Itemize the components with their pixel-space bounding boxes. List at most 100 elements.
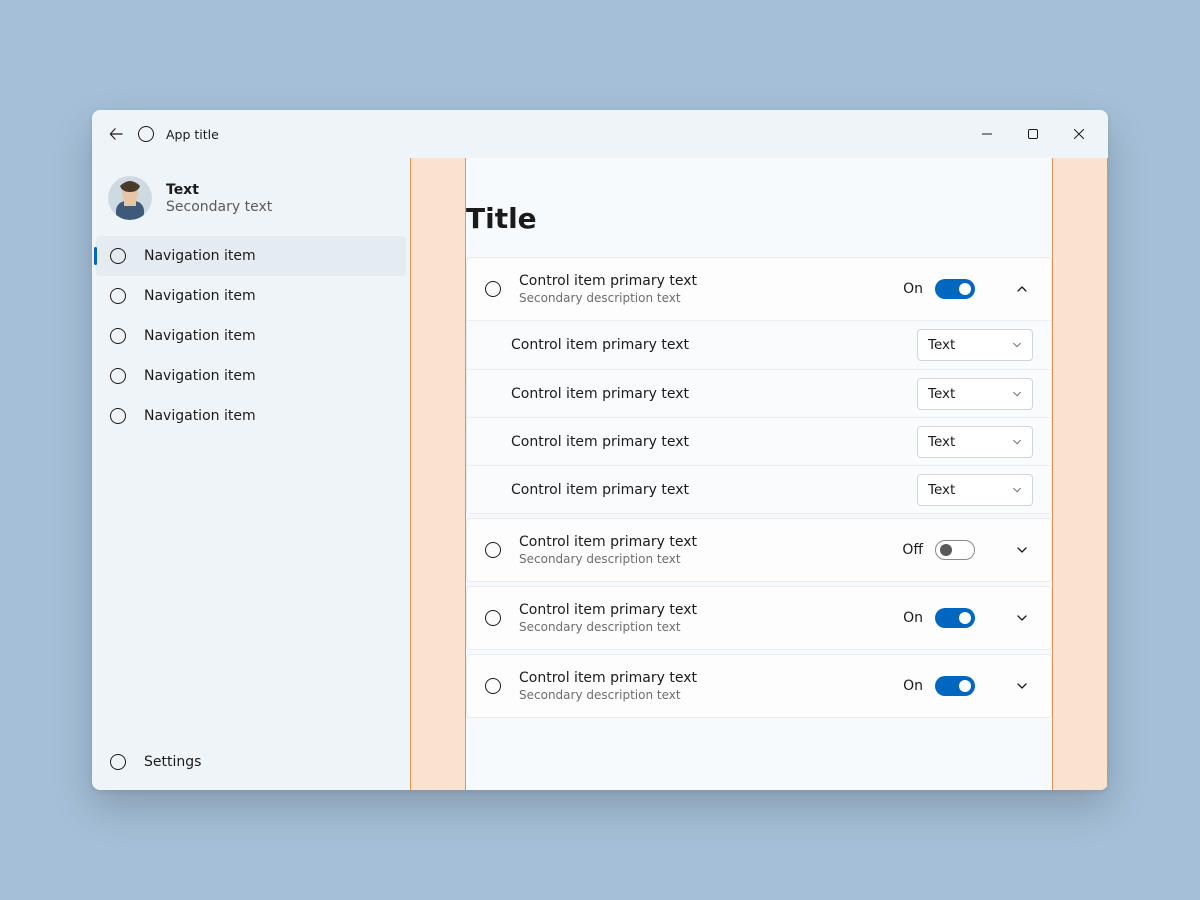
sidebar-spacer xyxy=(92,436,410,742)
settings-icon xyxy=(110,754,126,770)
group-titles: Control item primary text Secondary desc… xyxy=(519,670,885,702)
toggle-switch[interactable] xyxy=(935,608,975,628)
group-icon xyxy=(485,610,501,626)
window-controls xyxy=(964,118,1102,150)
settings-group-header[interactable]: Control item primary text Secondary desc… xyxy=(467,258,1051,320)
settings-group-list: Control item primary text Secondary desc… xyxy=(466,257,1052,722)
settings-row: Control item primary text Text xyxy=(467,465,1051,513)
nav-item-label: Navigation item xyxy=(144,248,256,264)
chevron-down-icon xyxy=(1012,485,1022,495)
nav-item-icon xyxy=(110,248,126,264)
sidebar: Text Secondary text Navigation item Navi… xyxy=(92,158,410,790)
app-icon xyxy=(138,126,154,142)
group-children: Control item primary text Text Control i… xyxy=(467,320,1051,513)
nav-item-icon xyxy=(110,328,126,344)
profile-primary: Text xyxy=(166,182,272,198)
app-window: App title xyxy=(92,110,1108,790)
chevron-down-icon xyxy=(1016,612,1028,624)
combo-value: Text xyxy=(928,337,955,353)
expand-button[interactable] xyxy=(1011,539,1033,561)
group-titles: Control item primary text Secondary desc… xyxy=(519,602,885,634)
content: Title Control item primary text Secondar… xyxy=(466,158,1052,790)
nav-item-icon xyxy=(110,288,126,304)
settings-group-header[interactable]: Control item primary text Secondary desc… xyxy=(467,519,1051,581)
settings-group-2: Control item primary text Secondary desc… xyxy=(466,586,1052,650)
nav-settings[interactable]: Settings xyxy=(96,742,406,782)
combo-box[interactable]: Text xyxy=(917,329,1033,361)
close-button[interactable] xyxy=(1056,118,1102,150)
settings-group-header[interactable]: Control item primary text Secondary desc… xyxy=(467,655,1051,717)
minimize-icon xyxy=(982,129,992,139)
group-primary: Control item primary text xyxy=(519,273,885,289)
nav-item-label: Navigation item xyxy=(144,288,256,304)
group-icon xyxy=(485,678,501,694)
group-primary: Control item primary text xyxy=(519,534,884,550)
combo-value: Text xyxy=(928,434,955,450)
arrow-left-icon xyxy=(109,127,123,141)
back-button[interactable] xyxy=(106,124,126,144)
group-icon xyxy=(485,281,501,297)
expand-button[interactable] xyxy=(1011,607,1033,629)
settings-group-1: Control item primary text Secondary desc… xyxy=(466,518,1052,582)
row-primary: Control item primary text xyxy=(511,337,917,353)
nav-item-1[interactable]: Navigation item xyxy=(96,276,406,316)
nav-item-icon xyxy=(110,408,126,424)
page-title: Title xyxy=(466,202,1052,235)
toggle-group: Off xyxy=(902,540,975,560)
nav-item-0[interactable]: Navigation item xyxy=(96,236,406,276)
settings-row: Control item primary text Text xyxy=(467,321,1051,369)
nav-item-3[interactable]: Navigation item xyxy=(96,356,406,396)
toggle-label: On xyxy=(903,678,923,694)
toggle-switch[interactable] xyxy=(935,676,975,696)
settings-row: Control item primary text Text xyxy=(467,417,1051,465)
nav-item-icon xyxy=(110,368,126,384)
group-titles: Control item primary text Secondary desc… xyxy=(519,534,884,566)
profile-block[interactable]: Text Secondary text xyxy=(92,170,410,234)
toggle-label: Off xyxy=(902,542,923,558)
toggle-knob xyxy=(959,283,971,295)
nav-item-label: Navigation item xyxy=(144,368,256,384)
minimize-button[interactable] xyxy=(964,118,1010,150)
app-title: App title xyxy=(166,127,219,142)
toggle-group: On xyxy=(903,279,975,299)
group-secondary: Secondary description text xyxy=(519,688,885,702)
group-primary: Control item primary text xyxy=(519,602,885,618)
avatar xyxy=(108,176,152,220)
settings-group-0: Control item primary text Secondary desc… xyxy=(466,257,1052,514)
layout-gutter-left xyxy=(410,158,466,790)
settings-group-3: Control item primary text Secondary desc… xyxy=(466,654,1052,718)
combo-box[interactable]: Text xyxy=(917,378,1033,410)
titlebar-left: App title xyxy=(106,124,964,144)
toggle-label: On xyxy=(903,281,923,297)
nav-item-4[interactable]: Navigation item xyxy=(96,396,406,436)
titlebar: App title xyxy=(92,110,1108,158)
group-secondary: Secondary description text xyxy=(519,552,884,566)
group-secondary: Secondary description text xyxy=(519,620,885,634)
toggle-switch[interactable] xyxy=(935,540,975,560)
combo-value: Text xyxy=(928,482,955,498)
nav-item-2[interactable]: Navigation item xyxy=(96,316,406,356)
group-icon xyxy=(485,542,501,558)
row-primary: Control item primary text xyxy=(511,434,917,450)
maximize-icon xyxy=(1028,129,1038,139)
settings-row: Control item primary text Text xyxy=(467,369,1051,417)
content-wrap: Title Control item primary text Secondar… xyxy=(410,158,1108,790)
chevron-down-icon xyxy=(1016,680,1028,692)
maximize-button[interactable] xyxy=(1010,118,1056,150)
expand-button[interactable] xyxy=(1011,278,1033,300)
row-primary: Control item primary text xyxy=(511,386,917,402)
chevron-down-icon xyxy=(1012,437,1022,447)
close-icon xyxy=(1074,129,1084,139)
group-primary: Control item primary text xyxy=(519,670,885,686)
toggle-knob xyxy=(959,612,971,624)
expand-button[interactable] xyxy=(1011,675,1033,697)
settings-group-header[interactable]: Control item primary text Secondary desc… xyxy=(467,587,1051,649)
toggle-switch[interactable] xyxy=(935,279,975,299)
toggle-knob xyxy=(940,544,952,556)
group-titles: Control item primary text Secondary desc… xyxy=(519,273,885,305)
combo-box[interactable]: Text xyxy=(917,474,1033,506)
combo-box[interactable]: Text xyxy=(917,426,1033,458)
toggle-group: On xyxy=(903,676,975,696)
group-secondary: Secondary description text xyxy=(519,291,885,305)
avatar-image xyxy=(108,176,152,220)
